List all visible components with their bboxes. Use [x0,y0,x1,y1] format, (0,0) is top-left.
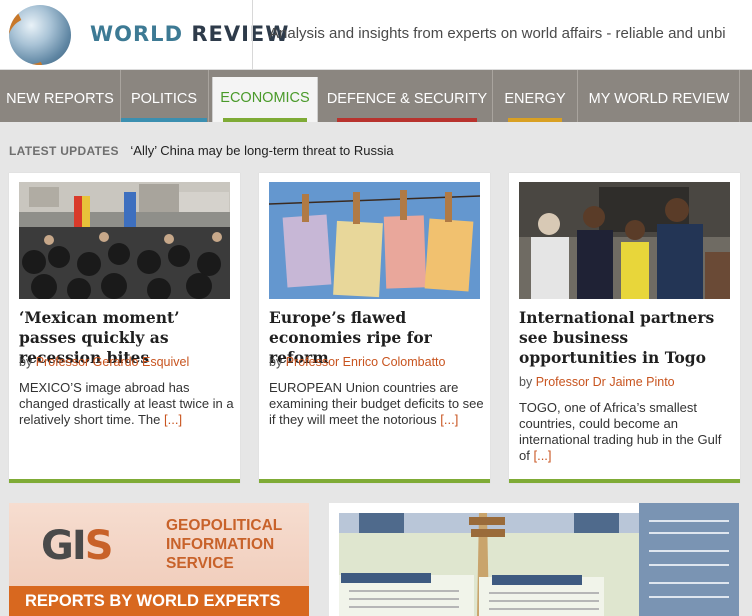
gis-logo-s: S [84,523,114,569]
latest-updates: LATEST UPDATES ‘Ally’ China may be long-… [9,143,394,158]
nav-defence-security[interactable]: DEFENCE & SECURITY [323,78,491,122]
gis-logo: GIS [41,523,114,569]
nav-my-world-review[interactable]: MY WORLD REVIEW [579,78,739,122]
nav-energy[interactable]: ENERGY [494,78,576,122]
gis-banner[interactable]: GIS GEOPOLITICAL INFORMATION SERVICE REP… [9,503,309,616]
author-link[interactable]: Professor Enrico Colombatto [286,355,446,369]
gis-title-line: GEOPOLITICAL [166,517,283,534]
byline-prefix: by [19,355,33,369]
gis-logo-letters: GI [41,523,87,569]
article-card: International partners see business oppo… [509,173,740,483]
article-card: Europe’s flawed economies ripe for refor… [259,173,490,483]
author-link[interactable]: Professor Dr Jaime Pinto [536,375,675,389]
nav-label: POLITICS [130,91,198,107]
read-more-link[interactable]: [...] [164,412,182,427]
gis-strip: REPORTS BY WORLD EXPERTS [9,586,309,616]
site-logo[interactable]: WORLD REVIEW [90,22,289,46]
article-excerpt: MEXICO’S image abroad has changed drasti… [19,380,234,428]
nav-separator [739,70,740,122]
article-card: ‘Mexican moment’ passes quickly as reces… [9,173,240,483]
byline-prefix: by [519,375,533,389]
article-photo-togo[interactable] [519,182,730,299]
nav-label: ENERGY [504,91,566,107]
main-nav: NEW REPORTS POLITICS ECONOMICS DEFENCE &… [0,70,752,122]
byline-prefix: by [269,355,283,369]
infographic-banner[interactable] [329,503,739,616]
gis-title-line: SERVICE [166,555,234,572]
nav-color-bar [337,118,477,122]
author-link[interactable]: Professor Gerardo Esquivel [36,355,190,369]
article-byline: by Professor Dr Jaime Pinto [519,375,675,389]
nav-label: DEFENCE & SECURITY [326,91,488,107]
read-more-link[interactable]: [...] [440,412,458,427]
nav-separator [492,70,493,122]
site-header: WORLD REVIEW Analysis and insights from … [0,0,752,70]
nav-separator [208,70,209,122]
nav-economics[interactable]: ECONOMICS [212,77,318,122]
article-excerpt: EUROPEAN Union countries are examining t… [269,380,484,428]
article-excerpt: TOGO, one of Africa’s smallest countries… [519,400,734,464]
article-photo-banknotes[interactable] [269,182,480,299]
logo-word-1: WORLD [90,22,183,46]
latest-updates-label: LATEST UPDATES [9,144,119,158]
nav-color-bar [121,118,207,122]
header-divider [252,0,253,70]
article-title-link[interactable]: International partners see business oppo… [519,308,734,368]
nav-politics[interactable]: POLITICS [121,78,207,122]
read-more-link[interactable]: [...] [533,448,551,463]
gis-title: GEOPOLITICAL INFORMATION SERVICE [166,516,282,573]
latest-headline-link[interactable]: ‘Ally’ China may be long-term threat to … [130,143,393,158]
gis-title-line: INFORMATION [166,536,275,553]
nav-color-bar [223,118,307,122]
nav-separator [120,70,121,122]
nav-label: NEW REPORTS [6,91,114,107]
nav-label: MY WORLD REVIEW [588,91,730,107]
site-tagline: Analysis and insights from experts on wo… [269,25,726,42]
globe-logo-icon[interactable] [9,5,71,65]
article-byline: by Professor Enrico Colombatto [269,355,445,369]
nav-color-bar [508,118,562,122]
article-byline: by Professor Gerardo Esquivel [19,355,189,369]
nav-new-reports[interactable]: NEW REPORTS [0,78,120,122]
article-photo-protest[interactable] [19,182,230,299]
nav-label: ECONOMICS [220,90,310,106]
excerpt-text: MEXICO’S image abroad has changed drasti… [19,380,234,427]
nav-separator [577,70,578,122]
